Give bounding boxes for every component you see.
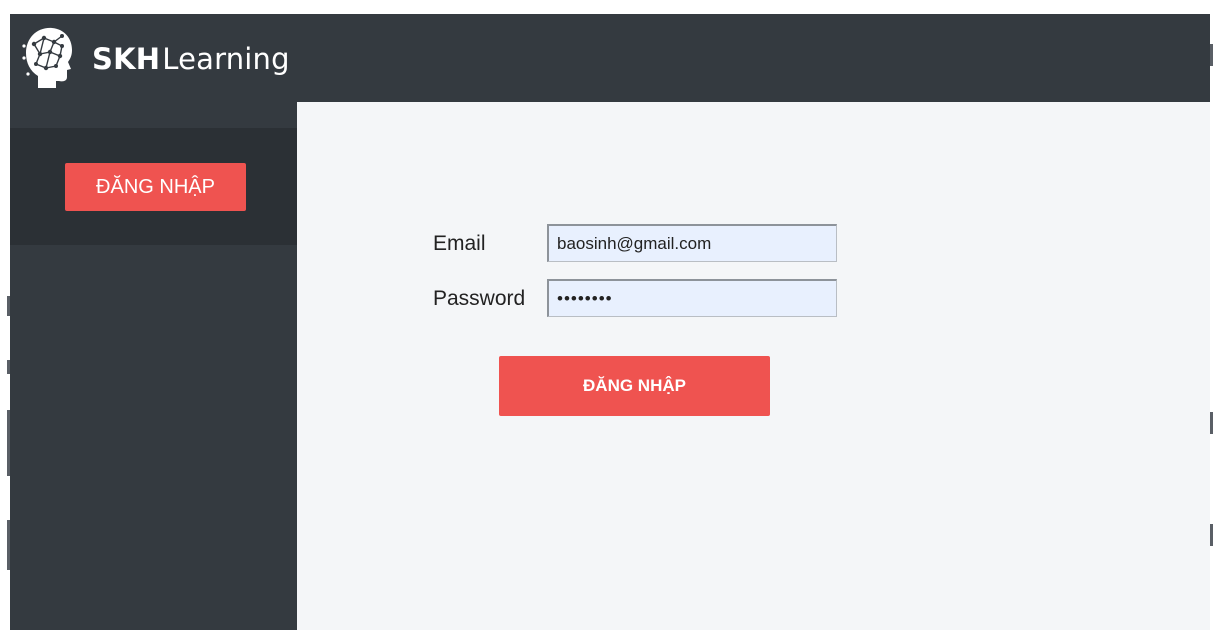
password-row: Password	[297, 279, 1210, 319]
password-label: Password	[433, 287, 526, 310]
brand-name-light: Learning	[162, 42, 290, 76]
app-header: SKHLearning	[10, 14, 1210, 102]
sidebar: ĐĂNG NHẬP	[10, 102, 297, 630]
sidebar-login-panel: ĐĂNG NHẬP	[10, 128, 297, 245]
right-window-edge	[1210, 0, 1215, 630]
brand-name: SKHLearning	[92, 42, 290, 76]
brain-head-icon	[22, 27, 72, 88]
brand-name-bold: SKH	[92, 42, 161, 76]
email-field[interactable]	[547, 224, 837, 262]
browser-frame: SKHLearning ĐĂNG NHẬP Email Password ĐĂN…	[0, 0, 1215, 630]
password-field[interactable]	[547, 279, 837, 317]
login-content: Email Password ĐĂNG NHẬP	[297, 102, 1210, 630]
sidebar-login-button[interactable]: ĐĂNG NHẬP	[65, 163, 246, 211]
left-window-edge	[0, 0, 10, 630]
app-window: SKHLearning ĐĂNG NHẬP Email Password ĐĂN…	[10, 14, 1210, 630]
login-submit-button[interactable]: ĐĂNG NHẬP	[499, 356, 770, 416]
email-row: Email	[297, 224, 1210, 264]
email-label: Email	[433, 232, 486, 255]
